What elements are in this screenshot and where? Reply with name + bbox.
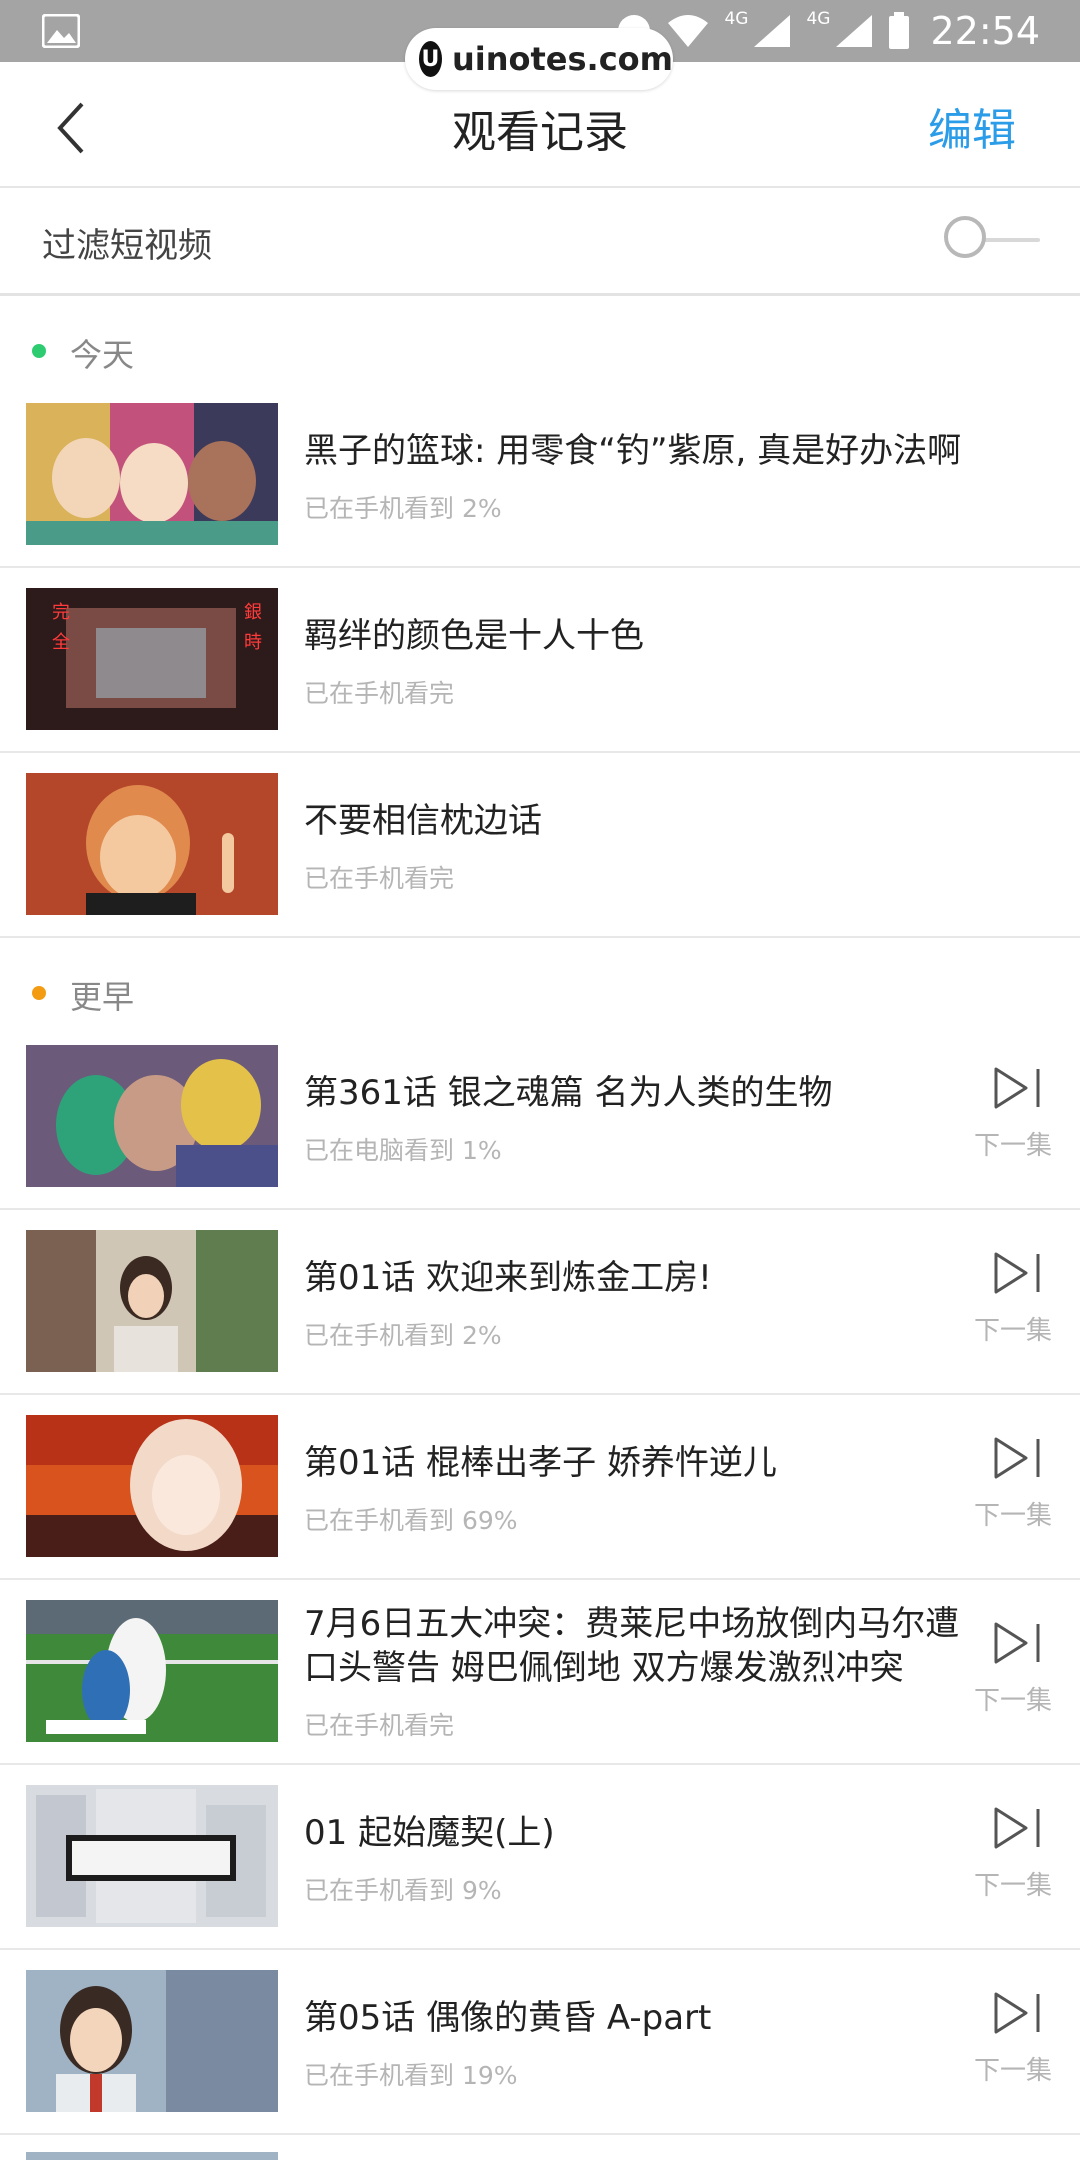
next-episode-button[interactable]: 下一集	[970, 1053, 1060, 1173]
video-title: 黑子的篮球: 用零食“钓”紫原, 真是好办法啊	[304, 431, 962, 471]
history-item[interactable]: 黑子的篮球: 用零食“钓”紫原, 真是好办法啊 已在手机看到 2%	[0, 383, 1080, 568]
history-item[interactable]: 第05话 偶像的黄昏 A-part 已在手机看到 19% 下一集	[0, 1950, 1080, 2135]
next-episode-label: 下一集	[974, 1316, 1053, 1346]
signal-icon	[836, 15, 873, 47]
video-title: 不要相信枕边话	[304, 801, 542, 841]
network-type-2: 4G	[806, 9, 831, 29]
video-thumbnail[interactable]	[26, 1415, 278, 1557]
video-thumbnail[interactable]	[26, 1600, 278, 1742]
video-thumbnail[interactable]	[26, 403, 278, 545]
video-thumbnail[interactable]	[26, 1785, 278, 1927]
video-thumbnail[interactable]	[26, 1045, 278, 1187]
play-next-icon	[994, 1252, 1040, 1294]
history-item[interactable]: 7月6日五大冲突：费莱尼中场放倒内马尔遭口头警告 姆巴佩倒地 双方爆发激烈冲突 …	[0, 1580, 1080, 1765]
next-episode-label: 下一集	[974, 1686, 1053, 1716]
next-episode-label: 下一集	[974, 1501, 1053, 1531]
watch-progress: 已在电脑看到 1%	[304, 1136, 502, 1165]
section-label: 今天	[70, 336, 135, 374]
video-title: 第01话 棍棒出孝子 娇养忤逆儿	[304, 1443, 777, 1483]
section-dot	[32, 986, 46, 1000]
svg-text:銀: 銀	[244, 602, 262, 622]
watch-progress: 已在手机看到 2%	[304, 1321, 502, 1350]
history-item[interactable]: 第361话 银之魂篇 名为人类的生物 已在电脑看到 1% 下一集	[0, 1025, 1080, 1210]
video-title: 第01话 欢迎来到炼金工房!	[304, 1258, 712, 1298]
clock: 22:54	[930, 9, 1040, 53]
next-episode-button[interactable]: 下一集	[970, 1238, 1060, 1358]
battery-icon	[889, 12, 910, 49]
history-item[interactable]: 01 起始魔契(上) 已在手机看到 9% 下一集	[0, 1765, 1080, 1950]
next-episode-button[interactable]: 下一集	[970, 1608, 1060, 1728]
section-label: 更早	[70, 978, 135, 1016]
watch-progress: 已在手机看到 2%	[304, 494, 502, 523]
network-type-1: 4G	[724, 9, 749, 29]
filter-short-videos-toggle[interactable]	[944, 212, 1040, 268]
photo-icon	[42, 14, 80, 48]
next-episode-label: 下一集	[974, 1871, 1053, 1901]
watch-progress: 已在手机看到 9%	[304, 1876, 502, 1905]
signal-icon	[754, 15, 791, 47]
page-title: 观看记录	[452, 107, 628, 158]
next-episode-button[interactable]: 下一集	[970, 1793, 1060, 1913]
svg-text:時: 時	[244, 632, 262, 652]
play-next-icon	[994, 1067, 1040, 1109]
next-episode-button[interactable]: 下一集	[970, 1423, 1060, 1543]
history-item[interactable]: 不要相信枕边话 已在手机看完	[0, 753, 1080, 938]
play-next-icon	[994, 1992, 1040, 2034]
filter-short-videos-label: 过滤短视频	[42, 226, 212, 266]
video-thumbnail[interactable]: 完 全 銀 時	[26, 588, 278, 730]
watch-progress: 已在手机看完	[304, 679, 455, 708]
toggle-knob	[944, 216, 986, 258]
app-header: 观看记录 编辑	[0, 62, 1080, 188]
svg-text:完: 完	[52, 602, 70, 622]
play-next-icon	[994, 1622, 1040, 1664]
video-thumbnail[interactable]	[26, 1970, 278, 2112]
watch-progress: 已在手机看完	[304, 1711, 455, 1740]
next-episode-button[interactable]: 下一集	[970, 1978, 1060, 2098]
wifi-icon	[668, 15, 709, 47]
video-thumbnail-partial	[26, 2152, 278, 2160]
watch-progress: 已在手机看到 69%	[304, 1506, 518, 1535]
next-episode-label: 下一集	[974, 2056, 1053, 2086]
history-item[interactable]: 第01话 欢迎来到炼金工房! 已在手机看到 2% 下一集	[0, 1210, 1080, 1395]
video-title: 第361话 银之魂篇 名为人类的生物	[304, 1073, 833, 1113]
next-episode-label: 下一集	[974, 1131, 1053, 1161]
edit-button[interactable]: 编辑	[928, 94, 1016, 158]
video-title: 羁绊的颜色是十人十色	[304, 616, 644, 656]
svg-text:全: 全	[52, 632, 70, 652]
video-title: 第05话 偶像的黄昏 A-part	[304, 1998, 712, 2038]
history-item[interactable]: 完 全 銀 時 羁绊的颜色是十人十色 已在手机看完	[0, 568, 1080, 753]
section-dot	[32, 344, 46, 358]
play-next-icon	[994, 1807, 1040, 1849]
watch-progress: 已在手机看完	[304, 864, 455, 893]
video-title: 01 起始魔契(上)	[304, 1813, 555, 1853]
video-title: 7月6日五大冲突：费莱尼中场放倒内马尔遭口头警告 姆巴佩倒地 双方爆发激烈冲突	[304, 1604, 960, 1688]
video-thumbnail[interactable]	[26, 1230, 278, 1372]
history-item[interactable]: 第01话 棍棒出孝子 娇养忤逆儿 已在手机看到 69% 下一集	[0, 1395, 1080, 1580]
play-next-icon	[994, 1437, 1040, 1479]
filter-short-videos-row: 过滤短视频	[0, 188, 1080, 296]
video-thumbnail[interactable]	[26, 773, 278, 915]
watch-progress: 已在手机看到 19%	[304, 2061, 518, 2090]
